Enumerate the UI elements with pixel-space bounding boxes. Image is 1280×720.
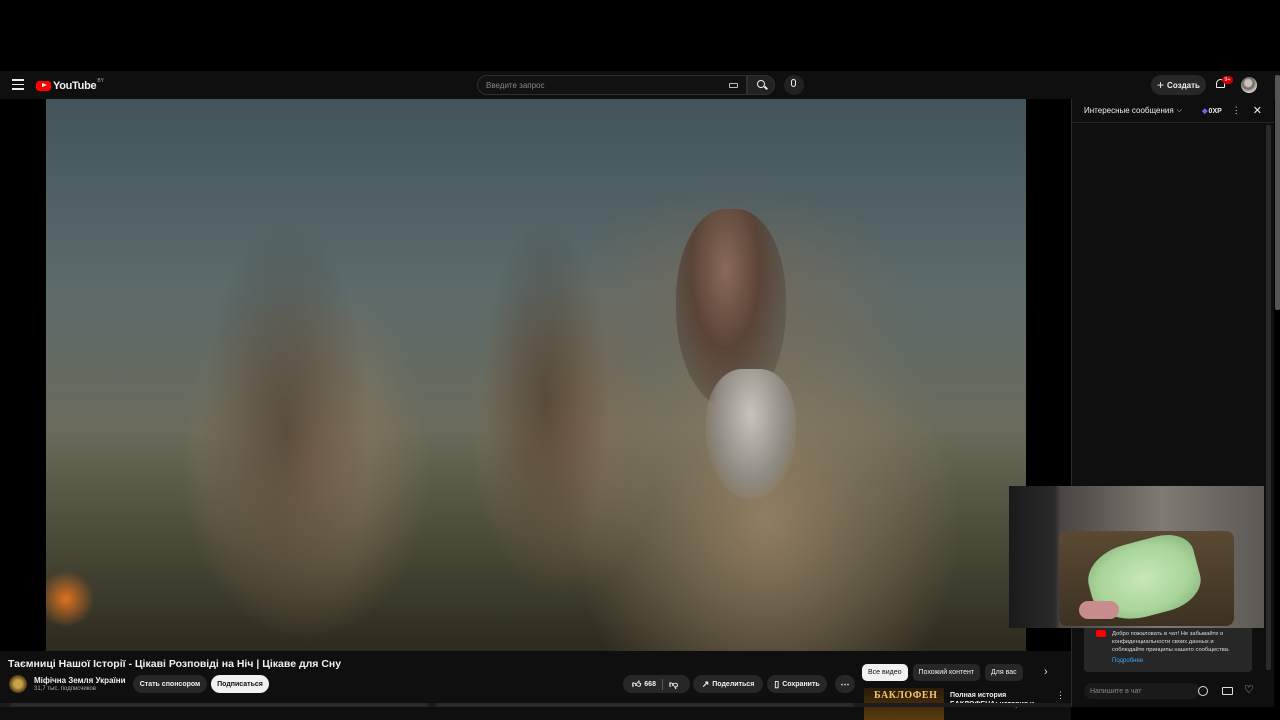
chat-welcome-message: Добро пожаловать в чат! Не забывайте о к… (1084, 624, 1252, 672)
chevron-right-icon[interactable]: › (1044, 666, 1048, 678)
logo-country-code: BY (97, 77, 104, 84)
bottom-strip (0, 703, 1071, 707)
heart-icon[interactable]: ♡ (1244, 683, 1254, 696)
more-vert-icon[interactable]: ⋮ (1232, 105, 1241, 116)
bookmark-icon: ▯ (774, 678, 780, 689)
chevron-down-icon[interactable]: ⌵ (1177, 107, 1182, 115)
notifications-badge: 9+ (1222, 76, 1233, 84)
pip-figure (1079, 601, 1119, 619)
save-label: Сохранить (782, 680, 820, 688)
logo-text: YouTube (53, 79, 97, 92)
chip-all[interactable]: Все видео (862, 664, 908, 681)
plus-icon: + (1157, 78, 1165, 92)
like-count[interactable]: 668 (644, 681, 656, 688)
chat-welcome-text: Добро пожаловать в чат! Не забывайте о к… (1112, 631, 1230, 653)
youtube-logo[interactable]: YouTube BY (36, 78, 104, 93)
close-icon[interactable]: ✕ (1253, 104, 1262, 117)
create-label: Создать (1167, 80, 1200, 90)
like-dislike-group: 👍︎ 668 👎︎ (623, 675, 690, 693)
chip-for-you[interactable]: Для вас (985, 664, 1023, 681)
recommendation-chips: Все видео Похожий контент Для вас (862, 664, 1023, 682)
search-button[interactable] (747, 75, 775, 95)
search-input[interactable] (486, 80, 738, 90)
create-button[interactable]: + Создать (1151, 75, 1206, 95)
emoji-icon[interactable] (1198, 686, 1208, 696)
chat-header: Интересные сообщения ⌵ ◆0XP ⋮ ✕ (1072, 99, 1274, 123)
chat-scrollbar[interactable] (1266, 125, 1271, 670)
chat-input[interactable] (1084, 683, 1200, 699)
video-frame (46, 99, 1026, 651)
share-label: Поделиться (712, 680, 755, 688)
subscribe-button[interactable]: Подписаться (211, 675, 269, 693)
share-icon: ↗ (701, 678, 710, 689)
like-divider (661, 678, 663, 690)
menu-icon[interactable] (12, 79, 24, 91)
page-scrollbar-thumb[interactable] (1275, 75, 1280, 310)
account-avatar[interactable] (1241, 77, 1257, 93)
xp-badge[interactable]: ◆0XP (1202, 107, 1222, 115)
xp-label: 0XP (1208, 107, 1222, 115)
save-button[interactable]: ▯ Сохранить (767, 675, 827, 693)
webcam-overlay (1009, 486, 1264, 628)
more-actions-icon[interactable]: ⋯ (835, 675, 855, 693)
more-vert-icon[interactable]: ⋮ (1056, 690, 1065, 701)
search-box (477, 75, 747, 95)
chip-related[interactable]: Похожий контент (912, 664, 981, 681)
top-bar: YouTube BY + Создать 9+ (0, 71, 1280, 99)
share-button[interactable]: ↗ Поделиться (693, 675, 763, 693)
thumbnail-text: БАКЛОФЕН (874, 690, 938, 701)
subscriber-count: 31,7 тыс. подписчиков (34, 686, 96, 692)
channel-avatar[interactable] (9, 675, 27, 693)
microphone-icon (791, 79, 796, 87)
voice-search-button[interactable] (784, 75, 804, 95)
youtube-play-icon (36, 80, 51, 91)
video-figure-beard (706, 369, 796, 499)
keyboard-icon[interactable] (729, 83, 738, 88)
thumbs-up-icon[interactable]: 👍︎ (632, 679, 641, 690)
super-chat-icon[interactable] (1222, 687, 1233, 695)
notifications-button[interactable]: 9+ (1214, 76, 1233, 93)
youtube-icon (1096, 630, 1106, 637)
video-player[interactable] (0, 99, 1071, 651)
join-button[interactable]: Стать спонсором (133, 675, 207, 693)
thumbs-down-icon[interactable]: 👎︎ (669, 679, 678, 690)
learn-more-link[interactable]: Подробнее (1112, 657, 1244, 665)
video-title: Таємниці Нашої Історії - Цікаві Розповід… (8, 658, 342, 670)
channel-name[interactable]: Міфічна Земля України (34, 676, 126, 685)
search-icon (757, 80, 765, 88)
chat-mode-selector[interactable]: Интересные сообщения (1084, 106, 1174, 115)
